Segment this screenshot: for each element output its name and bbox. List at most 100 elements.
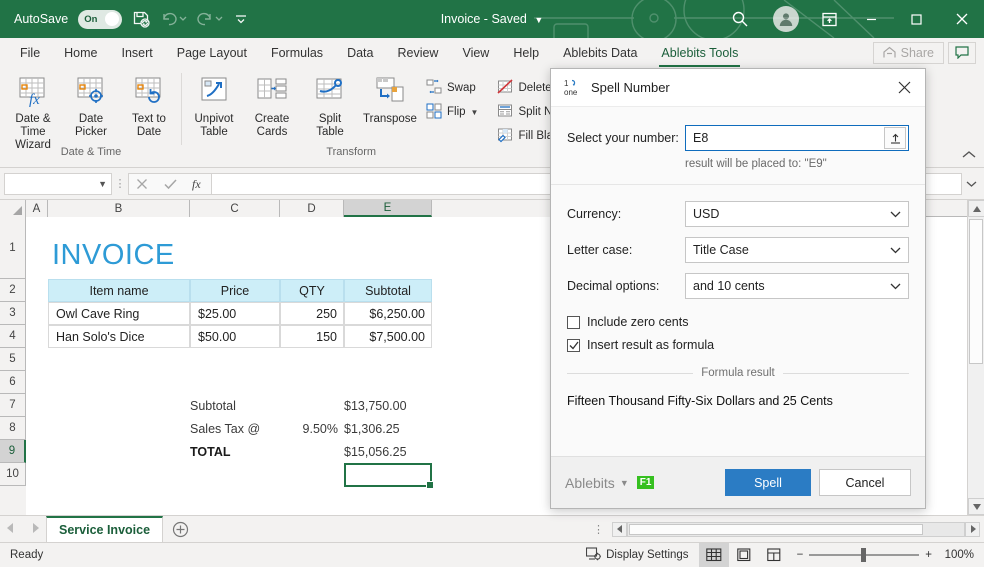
row-header-4[interactable]: 4	[0, 325, 26, 348]
cell-subtotal-row2[interactable]: $7,500.00	[344, 325, 432, 348]
date-time-wizard-button[interactable]: fx Date & Time Wizard	[4, 73, 62, 152]
cancel-icon[interactable]	[129, 174, 155, 194]
row-header-5[interactable]: 5	[0, 348, 26, 371]
cell-price-row2[interactable]: $50.00	[190, 325, 280, 348]
tab-home[interactable]: Home	[52, 38, 109, 67]
select-number-input[interactable]: E8	[685, 125, 909, 151]
zoom-level[interactable]: 100%	[940, 549, 984, 561]
comment-icon[interactable]	[948, 41, 976, 64]
cell-total-label[interactable]: TOTAL	[190, 440, 280, 463]
help-f1-badge[interactable]: F1	[636, 476, 655, 489]
text-to-date-button[interactable]: Text to Date	[120, 73, 178, 139]
horizontal-scrollbar-thumb[interactable]	[629, 523, 923, 535]
add-sheet-icon[interactable]	[163, 521, 197, 538]
cell-item-name-row1[interactable]: Owl Cave Ring	[48, 302, 190, 325]
split-table-button[interactable]: Split Table	[301, 73, 359, 139]
column-header-c[interactable]: C	[190, 200, 280, 217]
transpose-button[interactable]: Transpose	[359, 73, 421, 126]
zoom-slider[interactable]	[809, 548, 920, 562]
row-header-1[interactable]: 1	[0, 217, 26, 279]
vertical-scrollbar[interactable]	[967, 200, 984, 515]
horizontal-scrollbar-track[interactable]	[627, 521, 965, 537]
zoom-in-button[interactable]: +	[925, 549, 932, 561]
tab-page-layout[interactable]: Page Layout	[165, 38, 259, 67]
redo-icon[interactable]	[197, 11, 223, 27]
tab-insert[interactable]: Insert	[110, 38, 165, 67]
sheet-bar-grip[interactable]: ⋮	[593, 523, 612, 536]
saved-state[interactable]: Saved	[491, 12, 526, 26]
include-zero-cents-checkbox[interactable]: Include zero cents	[567, 315, 909, 329]
cell-total-value[interactable]: $15,056.25	[344, 440, 432, 463]
title-chevron-down-icon[interactable]: ▼	[534, 15, 543, 25]
normal-view-button[interactable]	[698, 543, 729, 567]
date-picker-button[interactable]: Date Picker	[62, 73, 120, 139]
row-header-3[interactable]: 3	[0, 302, 26, 325]
horizontal-scrollbar[interactable]	[612, 521, 984, 537]
cell-item-name-row2[interactable]: Han Solo's Dice	[48, 325, 190, 348]
letter-case-select[interactable]: Title Case	[685, 237, 909, 263]
tab-data[interactable]: Data	[335, 38, 385, 67]
table-header-item-name[interactable]: Item name	[48, 279, 190, 302]
row-header-10[interactable]: 10	[0, 463, 26, 486]
cell-subtotal-row1[interactable]: $6,250.00	[344, 302, 432, 325]
save-icon[interactable]	[132, 10, 151, 29]
scroll-right-icon[interactable]	[965, 521, 980, 537]
expand-formula-bar-icon[interactable]	[962, 180, 980, 188]
vertical-scrollbar-thumb[interactable]	[969, 219, 983, 364]
maximize-button[interactable]	[894, 0, 939, 38]
cell-subtotal-value[interactable]: $13,750.00	[344, 394, 432, 417]
insert-result-as-formula-checkbox[interactable]: Insert result as formula	[567, 338, 909, 352]
unpivot-table-button[interactable]: Unpivot Table	[185, 73, 243, 139]
close-button[interactable]	[939, 0, 984, 38]
account-avatar[interactable]	[763, 0, 809, 38]
select-all-button[interactable]	[0, 200, 26, 217]
ribbon-display-options-icon[interactable]	[809, 0, 849, 38]
tab-ablebits-data[interactable]: Ablebits Data	[551, 38, 649, 67]
customize-quick-access-icon[interactable]	[233, 12, 249, 26]
display-settings-button[interactable]: Display Settings	[576, 546, 698, 564]
column-header-e[interactable]: E	[344, 200, 432, 217]
flip-button[interactable]: Flip ▼	[421, 100, 483, 124]
spell-button[interactable]: Spell	[725, 469, 811, 496]
table-header-price[interactable]: Price	[190, 279, 280, 302]
cancel-button[interactable]: Cancel	[819, 469, 911, 496]
tab-view[interactable]: View	[450, 38, 501, 67]
cell-sales-tax-rate[interactable]: 9.50%	[280, 417, 344, 440]
cell-b1-invoice-title[interactable]: INVOICE	[52, 235, 175, 275]
collapse-ribbon-icon[interactable]	[962, 150, 976, 163]
next-sheet-icon[interactable]	[32, 522, 40, 536]
ablebits-menu-button[interactable]: Ablebits ▼	[565, 475, 629, 491]
cell-qty-row2[interactable]: 150	[280, 325, 344, 348]
page-layout-view-button[interactable]	[729, 543, 759, 567]
row-header-2[interactable]: 2	[0, 279, 26, 302]
enter-icon[interactable]	[157, 174, 183, 194]
row-header-8[interactable]: 8	[0, 417, 26, 440]
table-header-qty[interactable]: QTY	[280, 279, 344, 302]
close-icon[interactable]	[883, 69, 925, 107]
cell-sales-tax-label[interactable]: Sales Tax @	[190, 417, 280, 440]
swap-button[interactable]: Swap	[421, 76, 483, 100]
column-header-d[interactable]: D	[280, 200, 344, 217]
share-button[interactable]: Share	[872, 41, 944, 64]
previous-sheet-icon[interactable]	[6, 522, 14, 536]
search-icon[interactable]	[717, 0, 763, 38]
column-header-b[interactable]: B	[48, 200, 190, 217]
sheet-tab-service-invoice[interactable]: Service Invoice	[46, 515, 164, 542]
cell-price-row1[interactable]: $25.00	[190, 302, 280, 325]
selected-cell-e9[interactable]	[344, 463, 434, 489]
decimal-options-select[interactable]: and 10 cents	[685, 273, 909, 299]
row-header-6[interactable]: 6	[0, 371, 26, 394]
zoom-out-button[interactable]: −	[797, 549, 804, 561]
scroll-up-icon[interactable]	[968, 200, 984, 217]
formula-bar-grip[interactable]: ⋮	[112, 177, 128, 190]
tab-file[interactable]: File	[8, 38, 52, 67]
tab-help[interactable]: Help	[501, 38, 551, 67]
zoom-slider-thumb[interactable]	[861, 548, 867, 562]
scroll-left-icon[interactable]	[612, 521, 627, 537]
cell-sales-tax-value[interactable]: $1,306.25	[344, 417, 432, 440]
minimize-button[interactable]	[849, 0, 894, 38]
tab-review[interactable]: Review	[385, 38, 450, 67]
table-header-subtotal[interactable]: Subtotal	[344, 279, 432, 302]
range-picker-icon[interactable]	[884, 127, 906, 149]
undo-icon[interactable]	[161, 11, 187, 27]
